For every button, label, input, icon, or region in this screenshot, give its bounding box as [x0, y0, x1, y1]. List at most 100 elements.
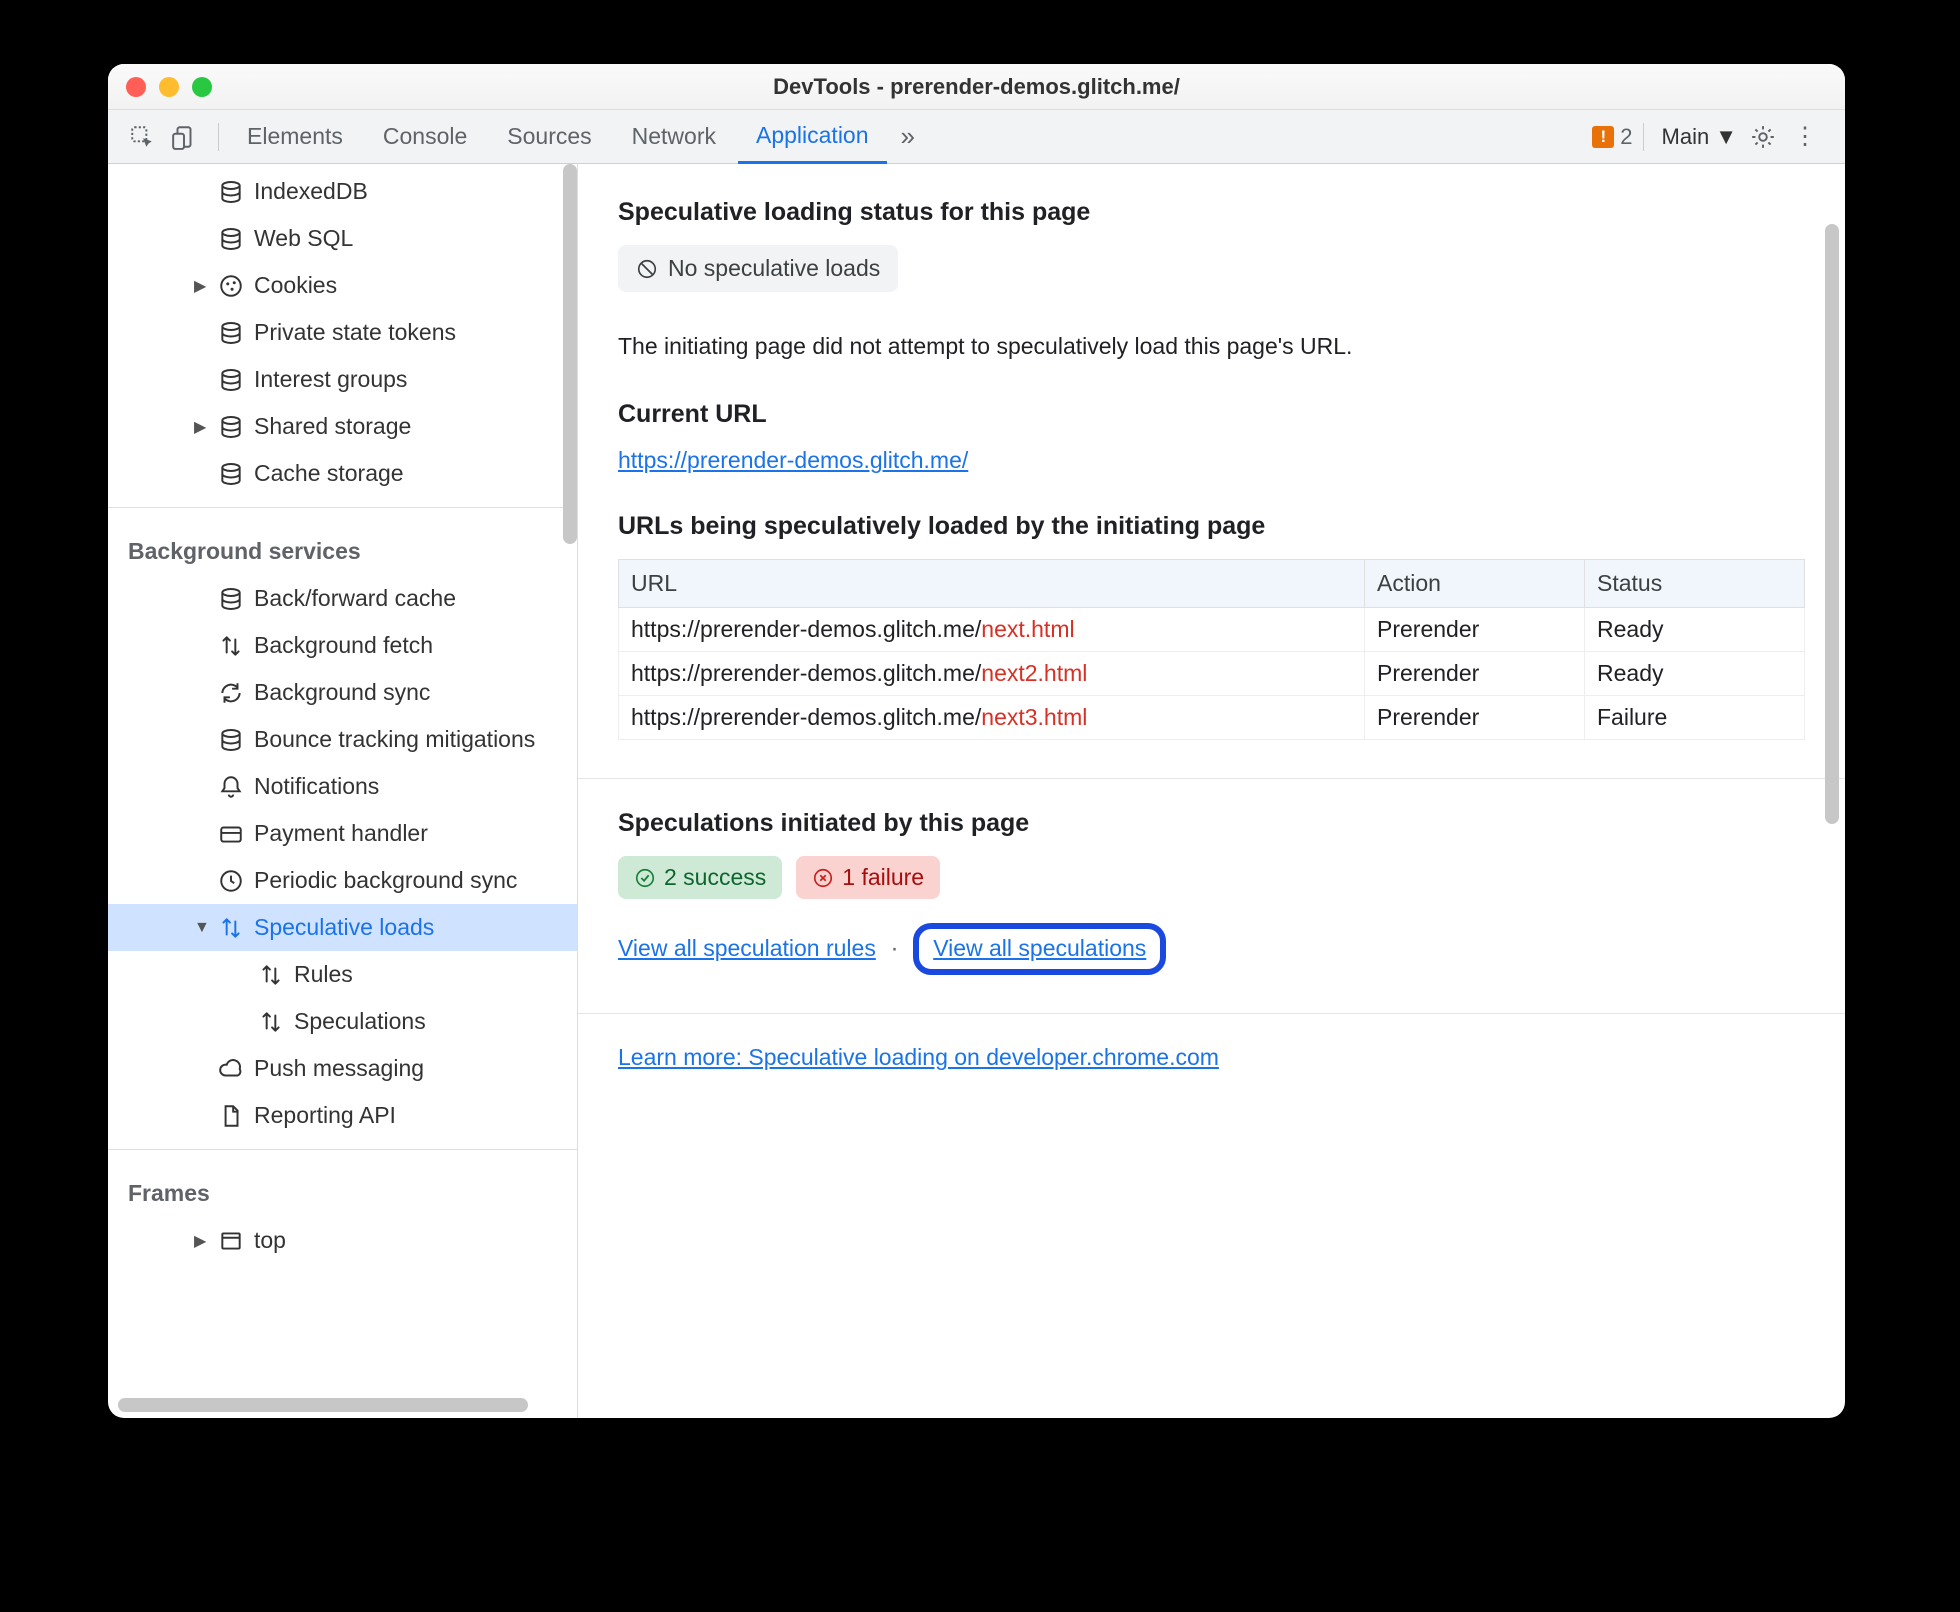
sidebar-item-reporting-api[interactable]: Reporting API [108, 1092, 577, 1139]
application-sidebar[interactable]: IndexedDB Web SQL ▶ Cookies Private state to… [108, 164, 578, 1418]
tab-sources[interactable]: Sources [489, 110, 609, 164]
sidebar-item-label: Push messaging [254, 1055, 424, 1082]
updown-icon [218, 633, 244, 659]
tab-application[interactable]: Application [738, 110, 887, 164]
tab-network[interactable]: Network [614, 110, 734, 164]
sidebar-item-label: top [254, 1227, 286, 1254]
sidebar-item-push-messaging[interactable]: Push messaging [108, 1045, 577, 1092]
sync-icon [218, 680, 244, 706]
url-cell: https://prerender-demos.glitch.me/next2.… [619, 652, 1365, 696]
current-url-link[interactable]: https://prerender-demos.glitch.me/ [618, 447, 968, 473]
status-heading: Speculative loading status for this page [618, 198, 1805, 227]
sidebar-item-bounce-tracking-mitigations[interactable]: Bounce tracking mitigations [108, 716, 577, 763]
table-row[interactable]: https://prerender-demos.glitch.me/next3.… [619, 696, 1805, 740]
sidebar-item-top[interactable]: ▶ top [108, 1217, 577, 1264]
issues-counter[interactable]: ! 2 [1592, 124, 1632, 150]
sidebar-group-background-services: Background services [108, 518, 577, 575]
failure-chip-label: 1 failure [842, 864, 924, 891]
sidebar-item-label: Bounce tracking mitigations [254, 726, 535, 753]
settings-gear-icon[interactable] [1745, 119, 1781, 155]
caret-right-icon: ▶ [194, 1231, 208, 1251]
devtools-window: DevTools - prerender-demos.glitch.me/ El… [108, 64, 1845, 1418]
sidebar-item-indexeddb[interactable]: IndexedDB [108, 168, 577, 215]
action-cell: Prerender [1365, 696, 1585, 740]
updown-icon [258, 1009, 284, 1035]
sidebar-item-label: Speculations [294, 1008, 426, 1035]
window-controls [126, 77, 212, 97]
status-cell: Failure [1585, 696, 1805, 740]
sidebar-item-payment-handler[interactable]: Payment handler [108, 810, 577, 857]
updown-icon [218, 915, 244, 941]
sidebar-item-speculative-loads[interactable]: ▼Speculative loads [108, 904, 577, 951]
current-url-heading: Current URL [618, 400, 1805, 429]
sidebar-item-private-state-tokens[interactable]: Private state tokens [108, 309, 577, 356]
chevron-down-icon: ▼ [1715, 124, 1737, 150]
sidebar-item-label: IndexedDB [254, 178, 368, 205]
x-circle-icon [812, 867, 834, 889]
sidebar-item-interest-groups[interactable]: Interest groups [108, 356, 577, 403]
sidebar-scrollbar-horizontal[interactable] [118, 1398, 528, 1412]
callout-highlight: View all speculations [913, 923, 1166, 975]
failure-chip: 1 failure [796, 856, 940, 899]
sidebar-item-shared-storage[interactable]: ▶Shared storage [108, 403, 577, 450]
sidebar-item-label: Back/forward cache [254, 585, 456, 612]
sidebar-item-label: Cookies [254, 272, 337, 299]
caret-down-icon: ▼ [194, 919, 208, 937]
sidebar-item-back-forward-cache[interactable]: Back/forward cache [108, 575, 577, 622]
cookie-icon [218, 273, 244, 299]
sidebar-item-label: Background fetch [254, 632, 433, 659]
toolbar-divider [1643, 123, 1644, 151]
devtools-toolbar: Elements Console Sources Network Applica… [108, 110, 1845, 164]
view-rules-link[interactable]: View all speculation rules [618, 935, 876, 961]
view-speculations-link[interactable]: View all speculations [933, 935, 1146, 961]
db-icon [218, 414, 244, 440]
table-row[interactable]: https://prerender-demos.glitch.me/next2.… [619, 652, 1805, 696]
db-icon [218, 179, 244, 205]
sidebar-item-cookies[interactable]: ▶ Cookies [108, 262, 577, 309]
db-icon [218, 367, 244, 393]
sidebar-scrollbar-vertical[interactable] [563, 164, 577, 544]
device-toolbar-icon[interactable] [166, 119, 202, 155]
table-header-url: URL [619, 560, 1365, 608]
sidebar-item-background-sync[interactable]: Background sync [108, 669, 577, 716]
more-tabs-button[interactable]: » [891, 121, 925, 152]
inspect-element-icon[interactable] [124, 119, 160, 155]
success-chip: 2 success [618, 856, 782, 899]
content-scrollbar-vertical[interactable] [1825, 224, 1839, 824]
target-label: Main [1662, 124, 1710, 150]
minimize-window-button[interactable] [159, 77, 179, 97]
table-row[interactable]: https://prerender-demos.glitch.me/next.h… [619, 608, 1805, 652]
toolbar-divider [218, 123, 219, 151]
maximize-window-button[interactable] [192, 77, 212, 97]
target-selector[interactable]: Main ▼ [1654, 124, 1745, 150]
link-separator: · [891, 935, 899, 962]
status-note: The initiating page did not attempt to s… [618, 330, 1805, 362]
tab-console[interactable]: Console [365, 110, 485, 164]
sidebar-item-label: Cache storage [254, 460, 404, 487]
caret-right-icon: ▶ [194, 276, 208, 296]
speculative-urls-table: URLActionStatus https://prerender-demos.… [618, 559, 1805, 740]
close-window-button[interactable] [126, 77, 146, 97]
more-options-icon[interactable]: ⋮ [1787, 119, 1823, 155]
panel-tabs: Elements Console Sources Network Applica… [229, 110, 925, 164]
sidebar-item-label: Private state tokens [254, 319, 456, 346]
sidebar-item-periodic-background-sync[interactable]: Periodic background sync [108, 857, 577, 904]
sidebar-item-cache-storage[interactable]: Cache storage [108, 450, 577, 497]
status-cell: Ready [1585, 652, 1805, 696]
bell-icon [218, 774, 244, 800]
sidebar-item-label: Notifications [254, 773, 379, 800]
tab-elements[interactable]: Elements [229, 110, 361, 164]
action-cell: Prerender [1365, 608, 1585, 652]
sidebar-item-rules[interactable]: Rules [108, 951, 577, 998]
status-cell: Ready [1585, 608, 1805, 652]
sidebar-item-web-sql[interactable]: Web SQL [108, 215, 577, 262]
sidebar-item-background-fetch[interactable]: Background fetch [108, 622, 577, 669]
sidebar-item-label: Interest groups [254, 366, 407, 393]
urls-heading: URLs being speculatively loaded by the i… [618, 512, 1805, 541]
issues-badge-icon: ! [1592, 126, 1614, 148]
learn-more-link[interactable]: Learn more: Speculative loading on devel… [618, 1044, 1219, 1070]
url-cell: https://prerender-demos.glitch.me/next.h… [619, 608, 1365, 652]
db-icon [218, 226, 244, 252]
sidebar-item-speculations[interactable]: Speculations [108, 998, 577, 1045]
sidebar-item-notifications[interactable]: Notifications [108, 763, 577, 810]
